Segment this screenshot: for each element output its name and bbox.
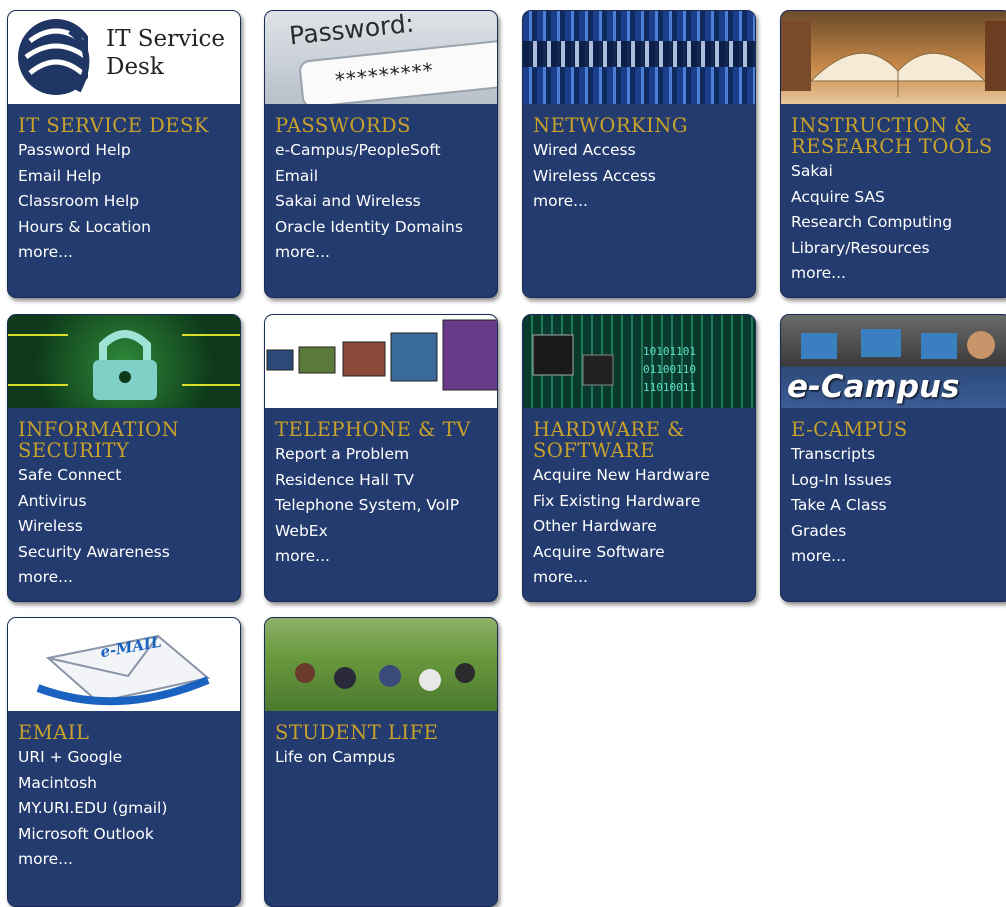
link-life-on-campus[interactable]: Life on Campus [275, 745, 487, 771]
link-more[interactable]: more... [275, 240, 487, 266]
link-grades[interactable]: Grades [791, 519, 1001, 545]
card-instruction-research[interactable]: INSTRUCTION & RESEARCH TOOLS Sakai Acqui… [780, 10, 1006, 298]
card-hardware-software[interactable]: 10101101 01100110 11010011 HARDWARE & SO… [522, 314, 756, 602]
link-more[interactable]: more... [533, 189, 745, 215]
link-more[interactable]: more... [791, 544, 1001, 570]
card-telephone-tv[interactable]: TELEPHONE & TV Report a Problem Residenc… [264, 314, 498, 602]
tv-screens-icon [266, 319, 497, 391]
card-networking[interactable]: NETWORKING Wired Access Wireless Access … [522, 10, 756, 298]
link-sakai[interactable]: Sakai [791, 159, 1001, 185]
student-life-image[interactable] [265, 618, 497, 711]
card-information-security[interactable]: INFORMATION SECURITY Safe Connect Antivi… [7, 314, 241, 602]
instruction-research-image[interactable] [781, 11, 1006, 104]
link-my-uri-edu[interactable]: MY.URI.EDU (gmail) [18, 796, 230, 822]
it-service-desk-image[interactable]: IT Service Desk [8, 11, 240, 104]
link-safe-connect[interactable]: Safe Connect [18, 463, 230, 489]
link-macintosh[interactable]: Macintosh [18, 771, 230, 797]
card-student-life[interactable]: STUDENT LIFE Life on Campus [264, 617, 498, 907]
padlock-icon [8, 330, 240, 400]
card-title[interactable]: INSTRUCTION & RESEARCH TOOLS [781, 104, 1006, 157]
link-more[interactable]: more... [18, 565, 230, 591]
email-image[interactable]: e-MAIL [8, 618, 240, 711]
link-acquire-new-hardware[interactable]: Acquire New Hardware [533, 463, 745, 489]
information-security-image[interactable] [8, 315, 240, 408]
card-title[interactable]: HARDWARE & SOFTWARE [523, 408, 755, 461]
e-campus-image-label: e-Campus [787, 369, 960, 405]
link-more[interactable]: more... [533, 565, 745, 591]
link-classroom-help[interactable]: Classroom Help [18, 189, 230, 215]
card-title[interactable]: TELEPHONE & TV [265, 408, 497, 440]
link-email[interactable]: Email [275, 164, 487, 190]
students-group-icon [295, 663, 475, 691]
card-title[interactable]: IT SERVICE DESK [8, 104, 240, 136]
card-title[interactable]: NETWORKING [523, 104, 755, 136]
link-wireless[interactable]: Wireless [18, 514, 230, 540]
card-title[interactable]: EMAIL [8, 711, 240, 743]
open-book-icon [781, 21, 1006, 97]
link-more[interactable]: more... [791, 261, 1001, 287]
link-residence-hall-tv[interactable]: Residence Hall TV [275, 468, 487, 494]
circuit-board-icon: 10101101 01100110 11010011 [532, 334, 696, 394]
card-it-service-desk[interactable]: IT Service Desk IT SERVICE DESK Password… [7, 10, 241, 298]
card-passwords[interactable]: Password: ********* PASSWORDS e-Campus/P… [264, 10, 498, 298]
hardware-software-image[interactable]: 10101101 01100110 11010011 [523, 315, 755, 408]
passwords-image[interactable]: Password: ********* [265, 11, 497, 104]
link-wired-access[interactable]: Wired Access [533, 138, 745, 164]
card-title[interactable]: E-CAMPUS [781, 408, 1006, 440]
link-login-issues[interactable]: Log-In Issues [791, 468, 1001, 494]
card-title[interactable]: STUDENT LIFE [265, 711, 497, 743]
card-e-campus[interactable]: e-Campus E-CAMPUS Transcripts Log-In Iss… [780, 314, 1006, 602]
link-acquire-sas[interactable]: Acquire SAS [791, 185, 1001, 211]
link-transcripts[interactable]: Transcripts [791, 442, 1001, 468]
link-research-computing[interactable]: Research Computing [791, 210, 1001, 236]
it-service-desk-image-label: IT Service Desk [106, 26, 225, 80]
telephone-tv-image[interactable] [265, 315, 497, 408]
link-sakai-wireless[interactable]: Sakai and Wireless [275, 189, 487, 215]
networking-image[interactable] [523, 11, 755, 104]
card-email[interactable]: e-MAIL EMAIL URI + Google Macintosh MY.U… [7, 617, 241, 907]
link-acquire-software[interactable]: Acquire Software [533, 540, 745, 566]
link-ecampus-peoplesoft[interactable]: e-Campus/PeopleSoft [275, 138, 487, 164]
link-telephone-system-voip[interactable]: Telephone System, VoIP [275, 493, 487, 519]
link-microsoft-outlook[interactable]: Microsoft Outlook [18, 822, 230, 848]
link-fix-existing-hardware[interactable]: Fix Existing Hardware [533, 489, 745, 515]
link-hours-location[interactable]: Hours & Location [18, 215, 230, 241]
link-uri-google[interactable]: URI + Google [18, 745, 230, 771]
link-other-hardware[interactable]: Other Hardware [533, 514, 745, 540]
link-more[interactable]: more... [18, 847, 230, 873]
link-email-help[interactable]: Email Help [18, 164, 230, 190]
svg-text:10101101: 10101101 [643, 345, 696, 358]
card-title[interactable]: INFORMATION SECURITY [8, 408, 240, 461]
network-switch-icon [523, 41, 755, 67]
link-password-help[interactable]: Password Help [18, 138, 230, 164]
link-wireless-access[interactable]: Wireless Access [533, 164, 745, 190]
link-antivirus[interactable]: Antivirus [18, 489, 230, 515]
envelope-icon [36, 634, 211, 706]
link-more[interactable]: more... [275, 544, 487, 570]
svg-text:01100110: 01100110 [643, 363, 696, 376]
link-library-resources[interactable]: Library/Resources [791, 236, 1001, 262]
link-oracle-identity[interactable]: Oracle Identity Domains [275, 215, 487, 241]
e-campus-image[interactable]: e-Campus [781, 315, 1006, 408]
link-report-problem[interactable]: Report a Problem [275, 442, 487, 468]
card-title[interactable]: PASSWORDS [265, 104, 497, 136]
link-security-awareness[interactable]: Security Awareness [18, 540, 230, 566]
link-more[interactable]: more... [18, 240, 230, 266]
link-webex[interactable]: WebEx [275, 519, 487, 545]
svg-text:11010011: 11010011 [643, 381, 696, 394]
link-take-a-class[interactable]: Take A Class [791, 493, 1001, 519]
